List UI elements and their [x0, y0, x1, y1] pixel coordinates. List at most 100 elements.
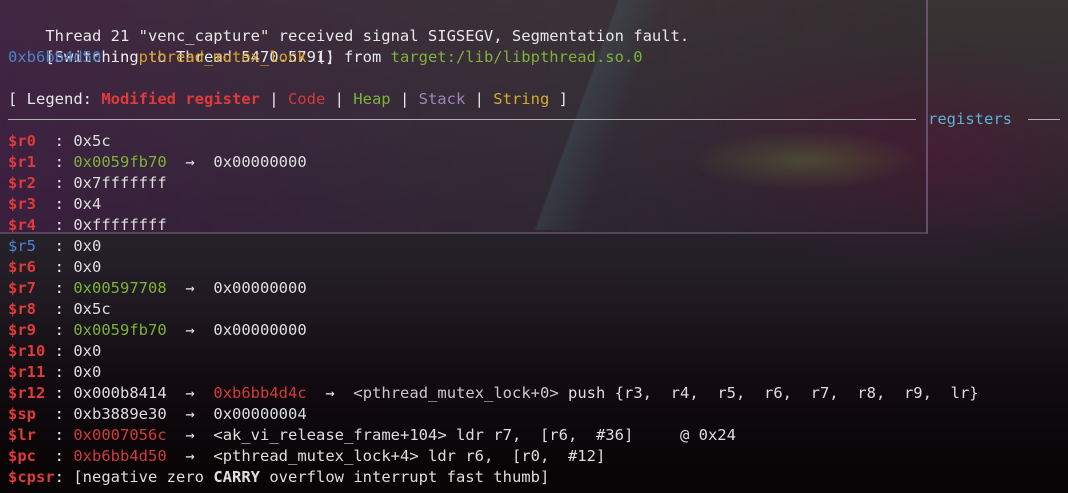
pointer-arrow-icon: →	[185, 153, 195, 171]
column-pad	[45, 384, 54, 402]
register-value-heap: 0x0059fb70	[73, 153, 167, 171]
column-pad	[36, 426, 55, 444]
register-value-heap: 0x00597708	[73, 279, 167, 297]
register-row-r12: $r12 : 0x000b8414 → 0xb6bb4d4c → <pthrea…	[8, 383, 979, 404]
colon: :	[54, 363, 74, 381]
colon: :	[54, 300, 74, 318]
register-row-lr: $lr : 0x0007056c → <ak_vi_release_frame+…	[8, 425, 736, 446]
pointer-arrow-icon: →	[185, 426, 195, 444]
register-row-cpsr: $cpsr: [negative zero CARRY overflow int…	[8, 467, 549, 488]
register-row-r5: $r5 : 0x0	[8, 236, 101, 257]
legend-string: String	[493, 90, 550, 108]
instruction-text: ldr r6, [r0, #12]	[418, 447, 606, 465]
pointer-arrow-icon: →	[185, 279, 195, 297]
dereferenced-code-address: 0xb6bb4d4c	[213, 384, 307, 402]
signal-message-line: Thread 21 "venc_capture" received signal…	[8, 5, 689, 45]
colon: :	[54, 447, 74, 465]
register-row-pc: $pc : 0xb6bb4d50 → <pthread_mutex_lock+4…	[8, 446, 605, 467]
register-value: 0x0	[73, 363, 102, 381]
fault-library-path: target:/lib/libpthread.so.0	[390, 48, 643, 66]
legend-separator-4: |	[465, 90, 494, 108]
register-name: $r3	[8, 195, 36, 213]
register-name: $r10	[8, 342, 46, 360]
column-pad	[45, 363, 54, 381]
dereferenced-value: 0x00000004	[213, 405, 307, 423]
colon: :	[54, 468, 74, 486]
column-pad	[36, 174, 55, 192]
register-value: 0x0	[73, 342, 102, 360]
register-value: 0x000b8414	[73, 384, 167, 402]
register-row-r1: $r1 : 0x0059fb70 → 0x00000000	[8, 152, 307, 173]
register-value: 0xb3889e30	[73, 405, 167, 423]
legend-separator-1: |	[259, 90, 288, 108]
separator-rule-left	[8, 119, 916, 120]
column-pad	[45, 342, 54, 360]
register-name: $r6	[8, 258, 36, 276]
register-value: 0x5c	[73, 300, 111, 318]
legend-open: [ Legend:	[8, 90, 102, 108]
fault-location-line: 0xb6bb4d50 in pthread_mutex_lock () from…	[8, 47, 643, 68]
register-name: $r11	[8, 363, 46, 381]
legend-modified-register: Modified register	[101, 90, 260, 108]
register-row-r9: $r9 : 0x0059fb70 → 0x00000000	[8, 320, 307, 341]
register-value: 0xffffffff	[73, 216, 167, 234]
register-name: $r7	[8, 279, 36, 297]
register-row-r11: $r11 : 0x0	[8, 362, 101, 383]
register-value: 0x0	[73, 237, 102, 255]
column-pad	[36, 132, 55, 150]
column-pad	[36, 237, 55, 255]
cpsr-flags-close: overflow interrupt fast thumb]	[260, 468, 550, 486]
register-name: $pc	[8, 447, 36, 465]
colon: :	[54, 258, 74, 276]
code-symbol: <pthread_mutex_lock+4>	[213, 447, 419, 465]
cpsr-flags-open: [negative zero	[73, 468, 214, 486]
column-pad	[36, 153, 55, 171]
legend-separator-3: |	[390, 90, 419, 108]
register-name: $r2	[8, 174, 36, 192]
colon: :	[54, 195, 74, 213]
colon: :	[54, 342, 74, 360]
legend-heap: Heap	[353, 90, 391, 108]
dereferenced-value: 0x00000000	[213, 321, 307, 339]
legend-stack: Stack	[418, 90, 466, 108]
register-value-code: 0xb6bb4d50	[73, 447, 167, 465]
colon: :	[54, 237, 74, 255]
register-name: $r12	[8, 384, 46, 402]
registers-section-title: registers	[928, 110, 1012, 128]
register-value: 0x0	[73, 258, 102, 276]
register-row-r6: $r6 : 0x0	[8, 257, 101, 278]
dereferenced-value: 0x00000000	[213, 279, 307, 297]
column-pad	[36, 300, 55, 318]
code-symbol: <pthread_mutex_lock+0>	[353, 384, 559, 402]
register-name-unmodified: $r5	[8, 237, 36, 255]
column-pad	[36, 321, 55, 339]
register-row-r4: $r4 : 0xffffffff	[8, 215, 167, 236]
register-name: $lr	[8, 426, 36, 444]
register-name: $r8	[8, 300, 36, 318]
register-value: 0x5c	[73, 132, 111, 150]
column-pad	[36, 279, 55, 297]
dereferenced-value: 0x00000000	[213, 153, 307, 171]
register-name: $cpsr	[8, 468, 55, 486]
register-name: $sp	[8, 405, 36, 423]
code-symbol: <ak_vi_release_frame+104>	[213, 426, 447, 444]
column-pad	[36, 258, 55, 276]
register-row-r0: $r0 : 0x5c	[8, 131, 111, 152]
register-row-r2: $r2 : 0x7fffffff	[8, 173, 167, 194]
thread-switch-line: [Switching to Thread 5470.5791]	[8, 26, 334, 66]
legend-close: ]	[549, 90, 568, 108]
register-row-sp: $sp : 0xb3889e30 → 0x00000004	[8, 404, 307, 425]
separator-rule-right	[1028, 119, 1060, 120]
instruction-text: ldr r7, [r6, #36] @ 0x24	[446, 426, 736, 444]
legend-line: [ Legend: Modified register | Code | Hea…	[8, 89, 568, 110]
register-name: $r0	[8, 132, 36, 150]
column-pad	[36, 447, 55, 465]
fault-in-text: in	[101, 48, 139, 66]
colon: :	[54, 405, 74, 423]
register-value: 0x4	[73, 195, 102, 213]
colon: :	[54, 174, 74, 192]
register-row-r3: $r3 : 0x4	[8, 194, 101, 215]
terminal-output[interactable]: Thread 21 "venc_capture" received signal…	[0, 0, 1068, 493]
fault-function: pthread_mutex_lock	[138, 48, 307, 66]
column-pad	[36, 195, 55, 213]
